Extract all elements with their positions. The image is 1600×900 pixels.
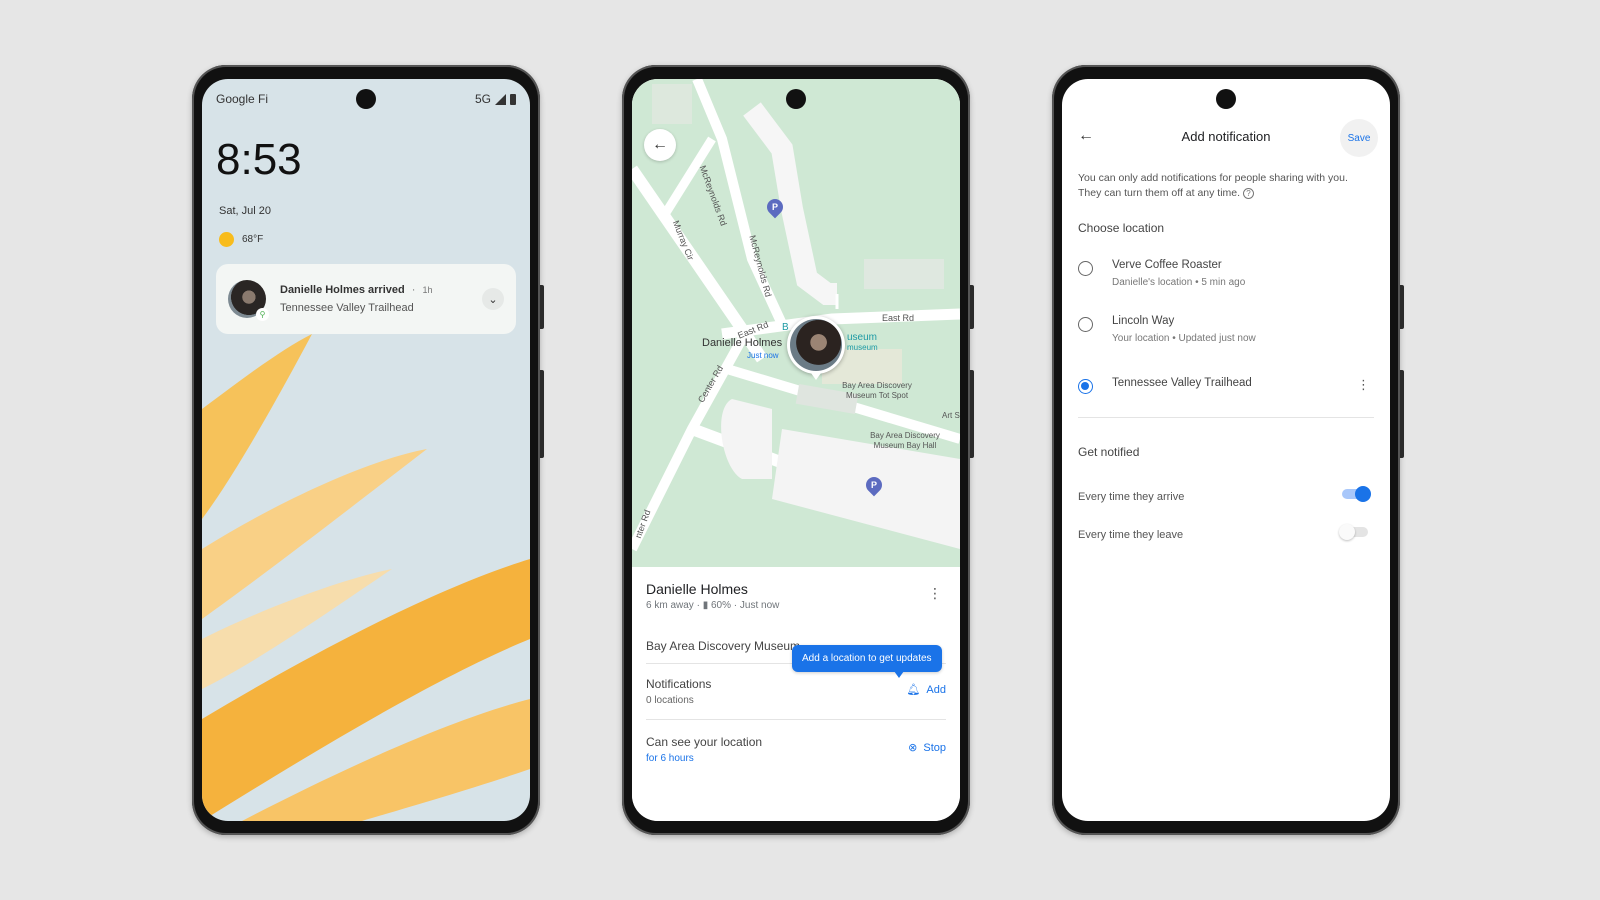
add-label: Add bbox=[926, 683, 946, 696]
phone-map-screen: McReynolds Rd McReynolds Rd Murray Cir E… bbox=[622, 65, 974, 835]
radio-button[interactable] bbox=[1078, 317, 1093, 332]
person-location-marker[interactable] bbox=[787, 316, 845, 380]
stop-sharing-button[interactable]: ⊗ Stop bbox=[908, 741, 946, 755]
network-label: 5G bbox=[474, 92, 491, 106]
save-button[interactable]: Save bbox=[1340, 119, 1378, 157]
battery-level: 60% bbox=[710, 600, 731, 611]
lock-screen: Google Fi 5G 8:53 Sat, Jul 20 68°F ⚲ Dan… bbox=[202, 79, 530, 821]
sharing-duration[interactable]: for 6 hours bbox=[646, 753, 946, 764]
avatar: ⚲ bbox=[228, 280, 269, 321]
toggle-knob bbox=[1339, 524, 1355, 540]
person-bottom-sheet: Danielle Holmes 6 km away · ▮ 60% · Just… bbox=[632, 567, 960, 821]
camera-cutout bbox=[786, 89, 806, 109]
more-vert-icon[interactable]: ⋮ bbox=[928, 585, 942, 602]
stop-label: Stop bbox=[923, 741, 946, 754]
map-label-bay-hall: Bay Area Discovery Museum Bay Hall bbox=[870, 431, 940, 450]
weather: 68°F bbox=[219, 232, 263, 247]
arrival-notification[interactable]: ⚲ Danielle Holmes arrived · 1h Tennessee… bbox=[216, 264, 516, 334]
sharing-title: Can see your location bbox=[646, 735, 763, 749]
toggle-label: Every time they leave bbox=[1078, 529, 1184, 541]
parking-pin-icon[interactable]: P bbox=[763, 195, 787, 219]
avatar bbox=[790, 319, 842, 371]
toggle-row-arrive: Every time they arrive bbox=[1078, 486, 1374, 507]
radio-button-selected[interactable] bbox=[1078, 379, 1093, 394]
battery-icon bbox=[510, 93, 516, 105]
camera-cutout bbox=[356, 89, 376, 109]
phone-lock-screen: Google Fi 5G 8:53 Sat, Jul 20 68°F ⚲ Dan… bbox=[192, 65, 544, 835]
lock-date: Sat, Jul 20 bbox=[219, 205, 271, 217]
map-screen: McReynolds Rd McReynolds Rd Murray Cir E… bbox=[632, 79, 960, 821]
parking-pin-icon[interactable]: P bbox=[862, 473, 886, 497]
person-name: Danielle Holmes bbox=[646, 581, 748, 597]
phone-settings-screen: ← Add notification Save You can only add… bbox=[1052, 65, 1404, 835]
map-label-museum: useum bbox=[847, 332, 878, 343]
arrive-toggle[interactable] bbox=[1342, 486, 1371, 502]
notification-subtitle: Tennessee Valley Trailhead bbox=[280, 302, 414, 314]
separator: · bbox=[411, 284, 416, 296]
wallpaper-leaves bbox=[202, 334, 530, 821]
arrow-left-icon: ← bbox=[652, 136, 668, 153]
location-sub: Your location • Updated just now bbox=[1112, 333, 1256, 344]
location-name: Lincoln Way bbox=[1112, 315, 1175, 327]
get-notified-title: Get notified bbox=[1078, 445, 1140, 459]
location-name: Tennessee Valley Trailhead bbox=[1112, 377, 1252, 389]
carrier-label: Google Fi bbox=[216, 92, 269, 106]
info-text: You can only add notifications for peopl… bbox=[1078, 172, 1348, 199]
temperature: 68°F bbox=[242, 234, 264, 245]
map-label-museum: B bbox=[782, 322, 789, 333]
leave-toggle[interactable] bbox=[1339, 524, 1368, 540]
map-label-museum: museum bbox=[847, 343, 878, 352]
notifications-count: 0 locations bbox=[646, 695, 694, 706]
map-person-name: Danielle Holmes bbox=[702, 337, 783, 349]
notifications-row: Notifications 0 locations 🔔︎ Add bbox=[646, 677, 946, 706]
map-label-tot-spot: Bay Area Discovery Museum Tot Spot bbox=[842, 381, 912, 400]
map-person-status: Just now bbox=[747, 351, 779, 360]
add-location-tooltip: Add a location to get updates bbox=[792, 645, 942, 678]
choose-location-title: Choose location bbox=[1078, 221, 1165, 235]
sun-icon bbox=[219, 232, 234, 247]
toggle-label: Every time they arrive bbox=[1078, 491, 1185, 503]
cancel-circle-icon: ⊗ bbox=[908, 742, 918, 754]
add-notification-screen: ← Add notification Save You can only add… bbox=[1062, 79, 1390, 821]
camera-cutout bbox=[1216, 89, 1236, 109]
notifications-title: Notifications bbox=[646, 677, 712, 691]
divider bbox=[1078, 417, 1374, 418]
chevron-down-icon[interactable]: ⌄ bbox=[482, 288, 504, 310]
person-meta: 6 km away · ▮ 60% · Just now bbox=[646, 600, 780, 611]
map-label-art: Art S bbox=[942, 411, 960, 420]
bell-add-icon: 🔔︎ bbox=[906, 684, 921, 696]
more-vert-icon[interactable]: ⋮ bbox=[1357, 377, 1370, 393]
distance: 6 km away bbox=[646, 600, 694, 611]
toggle-row-leave: Every time they leave bbox=[1078, 524, 1374, 545]
location-name: Verve Coffee Roaster bbox=[1112, 259, 1222, 271]
location-option-tennessee[interactable]: Tennessee Valley Trailhead ⋮ bbox=[1078, 377, 1374, 417]
map-label-east-rd: East Rd bbox=[882, 313, 915, 323]
signal-icon bbox=[495, 93, 506, 105]
divider bbox=[646, 719, 946, 720]
add-notification-button[interactable]: 🔔︎ Add bbox=[906, 683, 946, 697]
top-app-bar: ← Add notification Save bbox=[1062, 119, 1390, 157]
help-icon[interactable]: ? bbox=[1242, 187, 1254, 199]
sharing-row: Can see your location for 6 hours ⊗ Stop bbox=[646, 735, 946, 764]
battery-icon: ▮ bbox=[702, 600, 709, 611]
notification-time: 1h bbox=[422, 285, 433, 295]
map[interactable]: McReynolds Rd McReynolds Rd Murray Cir E… bbox=[632, 79, 960, 567]
notification-title: Danielle Holmes arrived bbox=[280, 284, 405, 296]
location-pin-icon: ⚲ bbox=[256, 308, 269, 321]
back-button[interactable]: ← bbox=[644, 129, 676, 161]
radio-button[interactable] bbox=[1078, 261, 1093, 276]
toggle-knob bbox=[1355, 486, 1371, 502]
lock-clock: 8:53 bbox=[216, 135, 302, 184]
location-option-verve[interactable]: Verve Coffee Roaster Danielle's location… bbox=[1078, 259, 1374, 299]
location-sub: Danielle's location • 5 min ago bbox=[1112, 277, 1246, 288]
last-updated: Just now bbox=[739, 600, 780, 611]
location-option-lincoln[interactable]: Lincoln Way Your location • Updated just… bbox=[1078, 315, 1374, 355]
